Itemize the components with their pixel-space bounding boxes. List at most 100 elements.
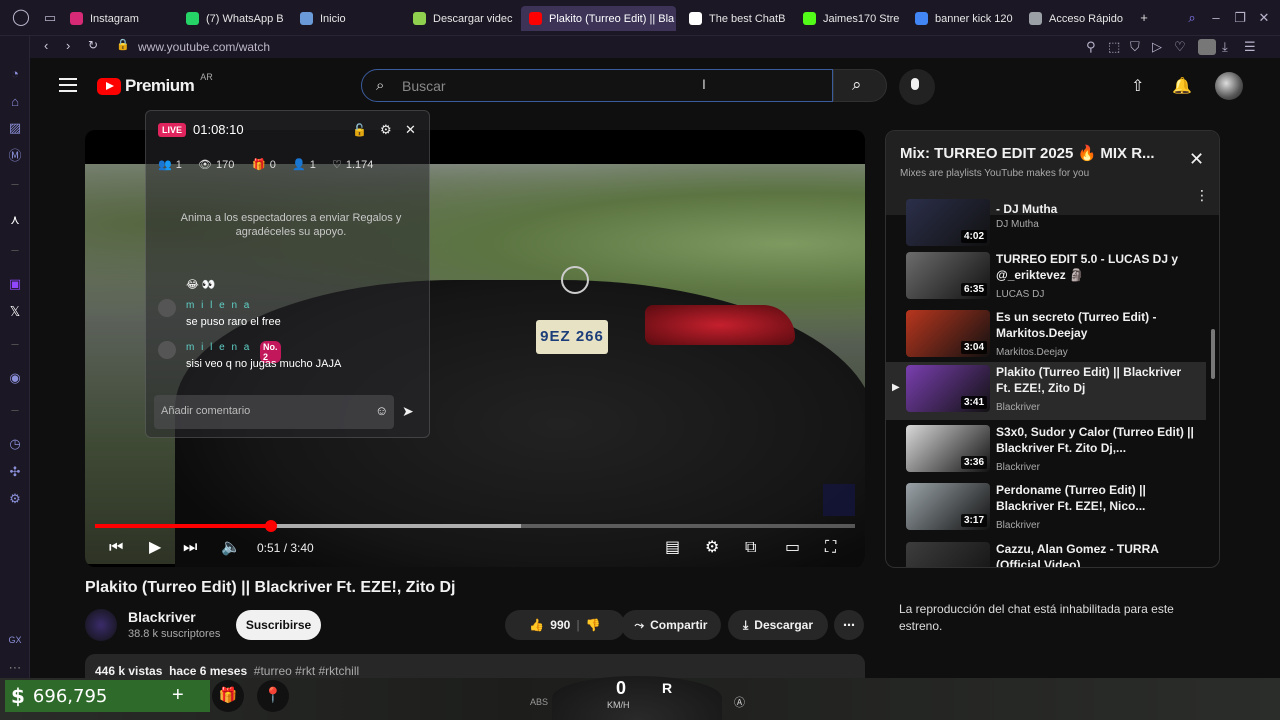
downloads-icon[interactable]: ⤓: [1222, 39, 1228, 55]
play-icon[interactable]: ▶: [149, 538, 161, 558]
channel-name[interactable]: Blackriver: [128, 609, 196, 625]
more-icon[interactable]: ⋯: [7, 660, 23, 676]
playlist-thumbnail[interactable]: 4:02: [906, 199, 990, 246]
playlist-item-title[interactable]: Perdoname (Turreo Edit) || Blackriver Ft…: [996, 482, 1196, 514]
browser-tab[interactable]: (7) WhatsApp B: [178, 6, 286, 31]
profile-avatar-icon[interactable]: [1198, 39, 1216, 55]
settings-icon[interactable]: ⚙: [7, 491, 23, 507]
voice-search-button[interactable]: [899, 69, 935, 105]
playlist-thumbnail[interactable]: 3:41: [906, 365, 990, 412]
playlist-item[interactable]: Cazzu, Alan Gomez - TURRA (Official Vide…: [886, 539, 1206, 567]
playlist-item-title[interactable]: Plakito (Turreo Edit) || Blackriver Ft. …: [996, 364, 1196, 396]
opera-gx-logo-icon[interactable]: ◯: [12, 10, 30, 26]
playlist-item[interactable]: 3:36 S3x0, Sudor y Calor (Turreo Edit) ||…: [886, 422, 1206, 480]
playlist-item-title[interactable]: TURREO EDIT 5.0 - LUCAS DJ y @_eriktevez…: [996, 251, 1196, 283]
playlist-item[interactable]: 3:17 Perdoname (Turreo Edit) || Blackrive…: [886, 480, 1206, 538]
playlist-item[interactable]: 3:04 Es un secreto (Turreo Edit) - Markit…: [886, 307, 1206, 365]
browser-tab[interactable]: Instagram: [62, 6, 172, 31]
extensions-icon[interactable]: ✣: [7, 464, 23, 480]
browser-tab[interactable]: Inicio: [292, 6, 396, 31]
new-tab-icon[interactable]: +: [1136, 10, 1152, 26]
settings-gear-icon[interactable]: ⚙: [705, 538, 719, 558]
miniplayer-icon[interactable]: ⧉: [745, 538, 756, 558]
playlist-thumbnail[interactable]: 3:36: [906, 425, 990, 472]
upload-icon[interactable]: ⇧: [1131, 76, 1144, 96]
browser-tab[interactable]: banner kick 120: [907, 6, 1015, 31]
emoji-icon[interactable]: ☺: [375, 403, 388, 418]
playlist-item[interactable]: 6:35 TURREO EDIT 5.0 - LUCAS DJ y @_erikt…: [886, 249, 1206, 307]
progress-bar[interactable]: [95, 520, 855, 532]
search-input[interactable]: ⌕ Buscar I: [361, 69, 833, 102]
share-button[interactable]: ⤳ Compartir: [621, 610, 721, 640]
snapshot-icon[interactable]: ⬚: [1108, 39, 1120, 55]
gift-hud-icon[interactable]: 🎁: [212, 680, 244, 712]
notifications-bell-icon[interactable]: 🔔: [1172, 76, 1192, 96]
volume-icon[interactable]: 🔈: [221, 538, 241, 558]
theater-mode-icon[interactable]: ▭: [785, 538, 800, 558]
close-playlist-icon[interactable]: ✕: [1189, 149, 1204, 170]
account-avatar[interactable]: [1215, 72, 1243, 100]
back-icon[interactable]: ‹: [44, 38, 48, 53]
unlock-icon[interactable]: 🔓: [352, 123, 367, 137]
like-icon[interactable]: 👍: [529, 618, 544, 632]
close-window-icon[interactable]: ✕: [1256, 10, 1272, 26]
search-button[interactable]: ⌕: [833, 69, 887, 102]
browser-tab[interactable]: The best ChatB: [681, 6, 789, 31]
gx-corner-icon[interactable]: Ⓜ: [7, 148, 23, 164]
subtitles-icon[interactable]: ▤: [665, 538, 680, 558]
fullscreen-icon[interactable]: ⛶: [825, 538, 836, 558]
search-tabs-icon[interactable]: ⌕: [1184, 10, 1200, 26]
playlist-menu-icon[interactable]: ⋮: [1195, 187, 1209, 204]
comment-input[interactable]: Añadir comentario ☺: [154, 395, 394, 429]
playlist-thumbnail[interactable]: [906, 542, 990, 567]
tab-manager-icon[interactable]: ▭: [42, 10, 58, 26]
previous-icon[interactable]: ⏮: [109, 538, 123, 558]
playlist-scrollbar[interactable]: [1211, 329, 1215, 379]
minimize-icon[interactable]: –: [1208, 10, 1224, 26]
download-button[interactable]: ⤓ Descargar: [728, 610, 828, 640]
playlist-item-title[interactable]: S3x0, Sudor y Calor (Turreo Edit) || Bla…: [996, 424, 1196, 456]
x-twitter-icon[interactable]: 𝕏: [7, 304, 23, 320]
browser-tab[interactable]: Acceso Rápido: [1021, 6, 1131, 31]
browser-tab[interactable]: Plakito (Turreo Edit) || Bla: [521, 6, 676, 31]
aria-icon[interactable]: ⋏: [7, 212, 23, 228]
overlay-close-icon[interactable]: ✕: [405, 122, 416, 138]
plus-icon[interactable]: +: [172, 684, 184, 707]
favorite-icon[interactable]: ♡: [1174, 39, 1186, 55]
url-field[interactable]: www.youtube.com/watch: [138, 40, 270, 54]
browser-tab[interactable]: Jaimes170 Stre: [795, 6, 901, 31]
reload-icon[interactable]: ↻: [88, 38, 98, 52]
subscribe-button[interactable]: Suscribirse: [236, 610, 321, 640]
like-count[interactable]: 990: [550, 618, 570, 632]
playlist-thumbnail[interactable]: 6:35: [906, 252, 990, 299]
forward-icon[interactable]: ›: [66, 38, 70, 53]
playlist-thumbnail[interactable]: 3:04: [906, 310, 990, 357]
speed-dial-icon[interactable]: ◔: [7, 66, 23, 82]
playlist-thumbnail[interactable]: 3:17: [906, 483, 990, 530]
playlist-item[interactable]: ▶ 3:41 Plakito (Turreo Edit) || Blackriver…: [886, 362, 1206, 420]
browser-tab[interactable]: Descargar videc: [405, 6, 513, 31]
player-sidebar-icon[interactable]: ◉: [7, 370, 23, 386]
hashtags[interactable]: #turreo #rkt #rktchill: [254, 664, 359, 678]
restore-icon[interactable]: ❐: [1232, 10, 1248, 26]
youtube-premium-logo[interactable]: Premium AR: [97, 72, 213, 96]
next-icon[interactable]: ⏭: [183, 538, 197, 558]
adblock-icon[interactable]: ⛉: [1130, 39, 1140, 55]
history-icon[interactable]: ◷: [7, 436, 23, 452]
twitch-icon[interactable]: ▣: [7, 276, 23, 292]
pin-icon[interactable]: ⚲: [1086, 39, 1096, 55]
player-icon[interactable]: ▷: [1152, 39, 1162, 55]
playlist-item-title[interactable]: Cazzu, Alan Gomez - TURRA (Official Vide…: [996, 541, 1196, 567]
send-icon[interactable]: ➤: [402, 403, 414, 420]
hamburger-menu-icon[interactable]: [59, 78, 77, 92]
gx-control-icon[interactable]: ⌂: [7, 94, 23, 110]
more-actions-button[interactable]: ⋯: [834, 610, 864, 640]
overlay-settings-icon[interactable]: ⚙: [380, 122, 392, 138]
gx-cleaner-icon[interactable]: ▨: [7, 120, 23, 136]
channel-avatar[interactable]: [85, 609, 117, 641]
location-pin-icon[interactable]: 📍: [257, 680, 289, 712]
playlist-title[interactable]: Mix: TURREO EDIT 2025 🔥 MIX R...: [900, 144, 1155, 162]
channel-watermark[interactable]: [823, 484, 855, 516]
playlist-item[interactable]: 4:02 - DJ Mutha DJ Mutha: [886, 199, 1206, 249]
menu-icon[interactable]: ☰: [1244, 39, 1256, 55]
